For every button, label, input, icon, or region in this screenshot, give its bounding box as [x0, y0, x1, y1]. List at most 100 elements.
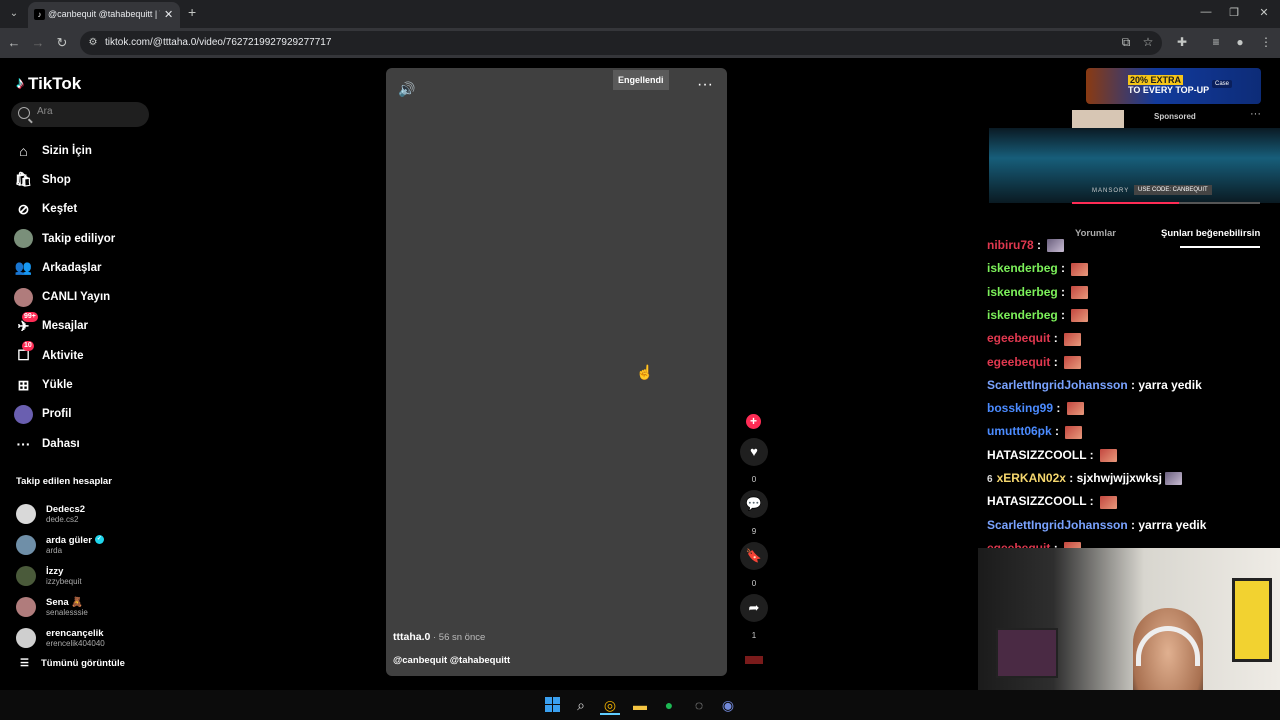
- browser-tab-active[interactable]: ♪ @canbequit @tahabequitt | TikTok ✕: [28, 2, 180, 28]
- chat-username: egeebequit: [987, 331, 1051, 346]
- webcam-background-screen: [996, 628, 1058, 678]
- back-icon[interactable]: ←: [6, 35, 22, 51]
- like-icon[interactable]: ♥: [740, 438, 768, 466]
- account-handle: dede.cs2: [46, 514, 79, 524]
- followed-account[interactable]: Dedecs2 dede.cs2: [16, 498, 105, 529]
- followed-account[interactable]: İzzy izzybequit: [16, 560, 105, 591]
- video-description[interactable]: @canbequit @tahabequitt: [393, 655, 510, 666]
- taskbar-search-icon[interactable]: ⌕: [571, 695, 591, 715]
- new-tab-icon[interactable]: +: [188, 4, 196, 20]
- share-count: 1: [751, 631, 757, 640]
- followed-account[interactable]: arda güler ✓ arda: [16, 529, 105, 560]
- ad-line1: 20% EXTRA: [1128, 75, 1184, 85]
- sidebar-item-10[interactable]: ··· Dahası: [14, 429, 164, 458]
- tab-close-icon[interactable]: ✕: [164, 8, 173, 21]
- see-all-button[interactable]: ☰ Tümünü görüntüle: [20, 658, 125, 669]
- music-disc-icon[interactable]: [745, 656, 763, 664]
- comment-icon[interactable]: 💬: [740, 490, 768, 518]
- blocked-badge: Engellendi: [613, 70, 669, 90]
- start-icon[interactable]: [542, 695, 562, 715]
- avatar: [16, 503, 36, 524]
- chat-badge: 6: [987, 474, 993, 485]
- account-name: erencançelik: [46, 628, 105, 639]
- discord-icon[interactable]: ◉: [718, 695, 738, 715]
- reading-list-icon[interactable]: ≡: [1208, 35, 1224, 49]
- sidebar-item-3[interactable]: Takip ediliyor: [14, 224, 164, 253]
- address-bar[interactable]: ⚙ tiktok.com/@tttaha.0/video/76272199279…: [80, 31, 1162, 55]
- sidebar-item-4[interactable]: 👥 Arkadaşlar: [14, 253, 164, 282]
- followed-account[interactable]: erencançelik erencelik404040: [16, 622, 105, 653]
- share-icon[interactable]: ➦: [740, 594, 768, 622]
- spotify-icon[interactable]: ●: [659, 695, 679, 715]
- sidebar-item-6[interactable]: ✈ 99+ Mesajlar: [14, 311, 164, 341]
- sidebar-item-5[interactable]: CANLI Yayın: [14, 282, 164, 311]
- avatar: [16, 596, 36, 617]
- chat-emote-icon: [1100, 495, 1117, 509]
- url-text[interactable]: tiktok.com/@tttaha.0/video/7627219927929…: [105, 37, 331, 48]
- video-player[interactable]: 🔊 Engellendi ··· tttaha.0 · 56 sn önce @…: [386, 68, 727, 676]
- chat-message: HATASIZZCOOLL :: [987, 448, 1117, 463]
- list-icon: ☰: [20, 658, 29, 669]
- live-avatar-icon: [14, 287, 33, 307]
- sidebar-item-label: Profil: [42, 408, 72, 421]
- chat-separator: :: [1053, 401, 1064, 416]
- chat-message: iskenderbeg :: [987, 261, 1089, 276]
- menu-kebab-icon[interactable]: ⋮: [1258, 35, 1274, 49]
- ad-progress-bar[interactable]: [1072, 202, 1260, 204]
- bookmark-star-icon[interactable]: ☆: [1140, 35, 1156, 49]
- window-close-icon[interactable]: ✕: [1254, 6, 1274, 19]
- sponsored-more-icon[interactable]: ···: [1250, 108, 1261, 120]
- video-more-icon[interactable]: ···: [697, 76, 713, 94]
- like-count: 0: [751, 475, 757, 484]
- minimize-icon[interactable]: —: [1196, 6, 1216, 18]
- browser-tab-title: @canbequit @tahabequitt | TikTok: [48, 9, 160, 19]
- account-name: Dedecs2: [46, 504, 85, 515]
- ad-banner[interactable]: 20% EXTRA TO EVERY TOP-UP Case: [1086, 68, 1261, 104]
- sidebar-item-9[interactable]: Profil: [14, 400, 164, 429]
- chat-separator: :: [1033, 238, 1045, 252]
- chat-emote-icon: [1071, 262, 1089, 276]
- app-icon[interactable]: ◌: [689, 695, 709, 715]
- install-app-icon[interactable]: ⧉: [1118, 35, 1134, 50]
- following-avatar-icon: [14, 229, 33, 249]
- extensions-icon[interactable]: ✚: [1174, 35, 1190, 49]
- avatar: [16, 565, 36, 586]
- tab-search-dropdown-icon[interactable]: ⌄: [6, 6, 22, 22]
- chat-message: ScarlettIngridJohansson : yarrra yedik: [987, 518, 1206, 532]
- restore-icon[interactable]: ❐: [1224, 6, 1244, 19]
- chat-separator: :: [1127, 517, 1139, 532]
- browser-toolbar: ← → ↻ ⚙ tiktok.com/@tttaha.0/video/76272…: [0, 28, 1280, 58]
- tab-you-may-like[interactable]: Şunları beğenebilirsin: [1161, 228, 1260, 239]
- reload-icon[interactable]: ↻: [54, 35, 70, 51]
- avatar: [16, 534, 36, 555]
- sidebar-item-2[interactable]: ⊘ Keşfet: [14, 195, 164, 224]
- follow-plus-button[interactable]: +: [746, 414, 761, 429]
- chrome-icon[interactable]: ◎: [600, 695, 620, 715]
- search-box[interactable]: [11, 102, 149, 127]
- bookmark-icon[interactable]: 🔖: [740, 542, 768, 570]
- sidebar-item-0[interactable]: ⌂ Sizin İçin: [14, 136, 164, 165]
- ad-line2: TO EVERY TOP-UP: [1128, 85, 1210, 95]
- account-handle: arda: [46, 545, 63, 555]
- chat-separator: :: [1086, 494, 1097, 509]
- bookmark-count: 0: [751, 579, 757, 588]
- account-name-text: Dedecs2: [46, 503, 86, 515]
- chat-message: 6 xERKAN02x : sjxhwjwjjxwksj: [987, 471, 1182, 486]
- volume-icon[interactable]: 🔊: [398, 81, 415, 98]
- sidebar-item-label: Dahası: [42, 437, 80, 450]
- ad-brand: Case: [1212, 80, 1233, 88]
- video-author[interactable]: tttaha.0: [393, 631, 430, 643]
- sidebar-item-8[interactable]: ⊞ Yükle: [14, 370, 164, 399]
- tab-active-underline: [1180, 246, 1260, 248]
- file-explorer-icon[interactable]: ▬: [630, 695, 650, 715]
- profile-icon[interactable]: ●: [1232, 35, 1248, 49]
- forward-icon[interactable]: →: [30, 35, 46, 51]
- site-info-icon[interactable]: ⚙: [86, 36, 100, 50]
- sidebar-item-1[interactable]: 🛍 Shop: [14, 165, 164, 194]
- search-input[interactable]: [37, 106, 142, 117]
- followed-account[interactable]: Sena 🧸 senalesssie: [16, 591, 105, 622]
- tab-comments[interactable]: Yorumlar: [1075, 228, 1116, 239]
- sidebar-item-7[interactable]: ☐ 10 Aktivite: [14, 341, 164, 370]
- chat-message: HATASIZZCOOLL :: [987, 494, 1117, 509]
- tiktok-logo[interactable]: ♪ TikTok: [16, 74, 81, 94]
